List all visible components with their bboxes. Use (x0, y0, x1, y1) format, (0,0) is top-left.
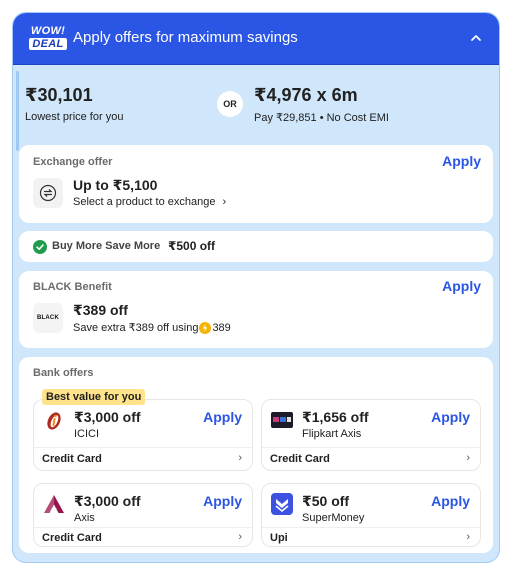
divider (34, 447, 252, 448)
bank-offer-apply-button[interactable]: Apply (203, 493, 242, 509)
black-apply-button[interactable]: Apply (442, 278, 481, 294)
exchange-arrows-icon (39, 184, 57, 202)
bank-offer-bank: SuperMoney (302, 512, 365, 524)
black-subtitle: Save extra ₹389 off using 389 (73, 321, 231, 334)
bank-offers-card: Bank offers ₹3,000 off ICICI Apply Credi… (19, 357, 493, 553)
exchange-apply-button[interactable]: Apply (442, 153, 481, 169)
black-logo: BLACK (33, 303, 63, 333)
bank-offer-amount: ₹1,656 off (302, 409, 369, 425)
bank-offer-type: Credit Card (42, 532, 102, 544)
exchange-icon (33, 178, 63, 208)
black-subtitle-text: Save extra ₹389 off using (73, 322, 199, 334)
black-title: BLACK Benefit (33, 281, 112, 293)
exchange-offer-card[interactable]: Exchange offer Apply Up to ₹5,100 Select… (19, 145, 493, 223)
chevron-right-icon: › (238, 452, 242, 464)
flipkart-axis-card-icon (271, 412, 293, 428)
bank-offer-apply-button[interactable]: Apply (203, 409, 242, 425)
lowest-price-label: Lowest price for you (25, 111, 124, 123)
exchange-subtitle: Select a product to exchange (73, 196, 216, 208)
best-value-badge: Best value for you (42, 389, 146, 405)
buy-more-amount: ₹500 off (168, 239, 216, 253)
header-title: Apply offers for maximum savings (73, 29, 298, 46)
divider (262, 527, 480, 528)
bank-offer-type: Credit Card (270, 453, 330, 465)
bank-offer-icici[interactable]: ₹3,000 off ICICI Apply Credit Card › (33, 399, 253, 471)
logo-line-2: DEAL (29, 38, 67, 50)
logo-line-1: WOW! (30, 25, 66, 37)
check-circle-icon (33, 240, 47, 254)
axis-logo-icon (44, 495, 64, 513)
black-amount: ₹389 off (73, 302, 128, 318)
bank-offer-bank: Axis (74, 512, 95, 524)
bank-offer-apply-button[interactable]: Apply (431, 409, 470, 425)
icici-logo-icon (47, 412, 61, 430)
bank-offer-bank: ICICI (74, 428, 100, 440)
bank-offer-bank: Flipkart Axis (302, 428, 362, 440)
chevron-right-icon: › (466, 531, 470, 543)
supercoin-icon (199, 321, 212, 334)
exchange-amount: Up to ₹5,100 (73, 177, 158, 193)
chevron-up-icon[interactable] (469, 31, 483, 45)
supermoney-logo-icon (271, 493, 293, 515)
bank-offer-amount: ₹50 off (302, 493, 350, 509)
offers-header[interactable]: WOW! DEAL Apply offers for maximum savin… (13, 13, 499, 65)
bank-offer-amount: ₹3,000 off (74, 493, 141, 509)
bank-offers-title: Bank offers (33, 367, 94, 379)
offers-panel: WOW! DEAL Apply offers for maximum savin… (12, 12, 500, 563)
left-stripe (16, 71, 19, 151)
bank-offer-axis[interactable]: ₹3,000 off Axis Apply Credit Card › (33, 483, 253, 547)
bank-offer-amount: ₹3,000 off (74, 409, 141, 425)
divider (262, 447, 480, 448)
bank-offer-type: Upi (270, 532, 288, 544)
bank-offer-apply-button[interactable]: Apply (431, 493, 470, 509)
exchange-title: Exchange offer (33, 156, 113, 168)
chevron-right-icon: › (238, 531, 242, 543)
exchange-select-link[interactable]: Select a product to exchange › (73, 196, 226, 208)
emi-price[interactable]: ₹4,976 x 6m (254, 85, 358, 106)
supercoin-value: 389 (212, 321, 231, 334)
bank-offer-type: Credit Card (42, 453, 102, 465)
buy-more-save-more-card: Buy More Save More ₹500 off (19, 231, 493, 262)
black-logo-text: BLACK (37, 315, 59, 321)
black-benefit-card[interactable]: BLACK Benefit Apply BLACK ₹389 off Save … (19, 271, 493, 348)
bank-offer-flipkart-axis[interactable]: ₹1,656 off Flipkart Axis Apply Credit Ca… (261, 399, 481, 471)
offers-body: ₹30,101 Lowest price for you OR ₹4,976 x… (16, 65, 496, 559)
wow-deal-logo: WOW! DEAL (29, 25, 67, 51)
emi-label: Pay ₹29,851 • No Cost EMI (254, 112, 389, 124)
buy-more-label: Buy More Save More (52, 240, 161, 252)
lowest-price: ₹30,101 (25, 85, 93, 105)
or-badge: OR (217, 91, 243, 117)
divider (34, 527, 252, 528)
bank-offer-supermoney[interactable]: ₹50 off SuperMoney Apply Upi › (261, 483, 481, 547)
chevron-right-icon: › (222, 196, 227, 208)
chevron-right-icon: › (466, 452, 470, 464)
